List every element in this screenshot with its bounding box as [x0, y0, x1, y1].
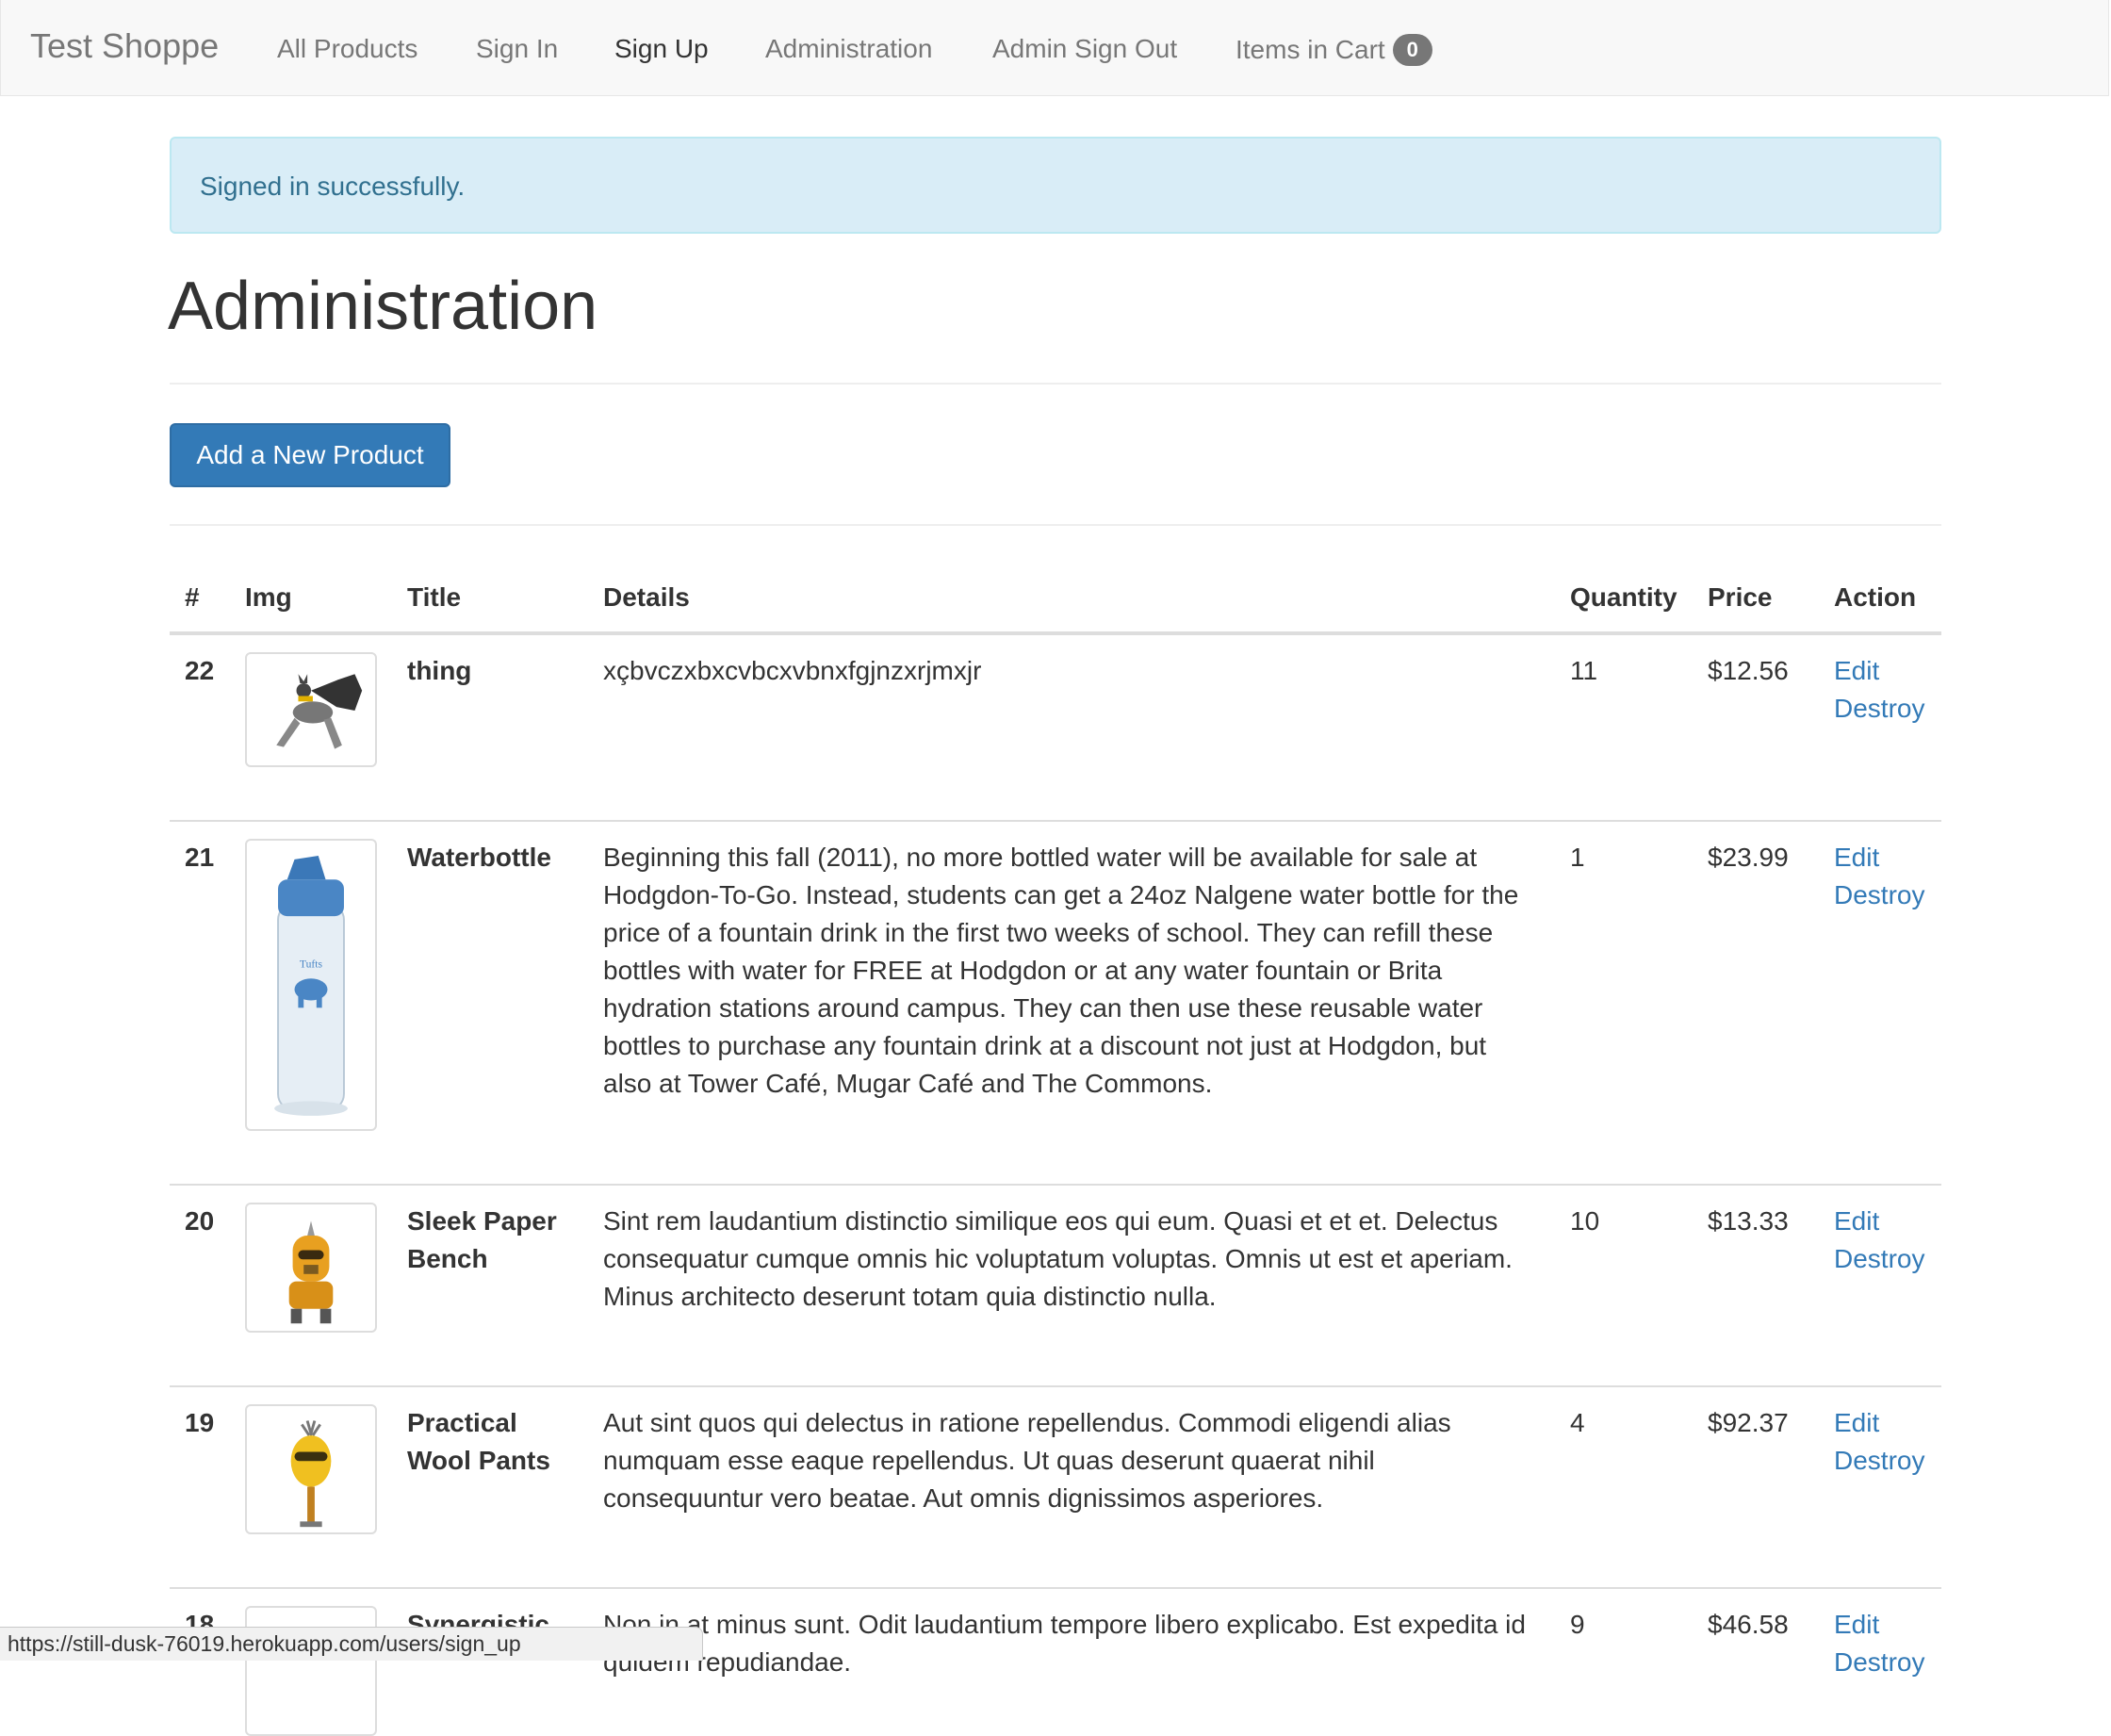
row-quantity: 4 — [1570, 1408, 1585, 1437]
row-details: Sint rem laudantium distinctio similique… — [603, 1206, 1513, 1311]
row-details: Non in at minus sunt. Odit laudantium te… — [603, 1610, 1526, 1677]
destroy-link[interactable]: Destroy — [1834, 876, 1924, 914]
navbar: Test Shoppe All Products Sign In Sign Up… — [0, 0, 2109, 96]
divider — [170, 524, 1941, 526]
row-title: Waterbottle — [407, 843, 551, 872]
batman-griffin-icon — [245, 652, 377, 767]
row-id: 19 — [185, 1408, 215, 1437]
col-header-details: Details — [603, 582, 690, 612]
orange-robot-icon — [245, 1203, 377, 1333]
destroy-link[interactable]: Destroy — [1834, 1240, 1924, 1278]
row-details: Beginning this fall (2011), no more bott… — [603, 843, 1519, 1098]
brand-link[interactable]: Test Shoppe — [30, 26, 219, 66]
edit-link[interactable]: Edit — [1834, 1404, 1924, 1442]
row-details: Aut sint quos qui delectus in ratione re… — [603, 1408, 1451, 1513]
browser-status-url: https://still-dusk-76019.herokuapp.com/u… — [0, 1627, 703, 1661]
cart-count-badge: 0 — [1392, 34, 1432, 66]
row-price: $46.58 — [1708, 1610, 1789, 1639]
nav-admin-sign-out[interactable]: Admin Sign Out — [992, 34, 1177, 64]
robot-icon — [245, 1606, 377, 1736]
col-header-quantity: Quantity — [1570, 582, 1677, 612]
row-actions: Edit Destroy — [1834, 839, 1924, 914]
row-price: $92.37 — [1708, 1408, 1789, 1437]
col-header-price: Price — [1708, 582, 1773, 612]
row-title: Practical Wool Pants — [407, 1408, 550, 1475]
nav-administration[interactable]: Administration — [765, 34, 932, 64]
row-quantity: 10 — [1570, 1206, 1600, 1236]
row-details: xçbvczxbxcvbcxvbnxfgjnzxrjmxjr — [603, 656, 982, 685]
success-alert: Signed in successfully. — [170, 137, 1941, 234]
yellow-robot-icon — [245, 1404, 377, 1534]
row-title: Sleek Paper Bench — [407, 1206, 557, 1273]
row-price: $13.33 — [1708, 1206, 1789, 1236]
row-id: 22 — [185, 656, 215, 685]
page-title: Administration — [168, 269, 598, 344]
destroy-link[interactable]: Destroy — [1834, 1644, 1924, 1681]
divider — [170, 383, 1941, 385]
alert-message: Signed in successfully. — [200, 172, 466, 201]
col-header-action: Action — [1834, 582, 1917, 612]
row-price: $12.56 — [1708, 656, 1789, 685]
row-actions: Edit Destroy — [1834, 1203, 1924, 1278]
table-header-rule — [170, 631, 1941, 635]
edit-link[interactable]: Edit — [1834, 1606, 1924, 1644]
row-quantity: 9 — [1570, 1610, 1585, 1639]
cart-label: Items in Cart — [1236, 35, 1385, 64]
row-price: $23.99 — [1708, 843, 1789, 872]
row-divider — [170, 820, 1941, 822]
row-id: 21 — [185, 843, 215, 872]
edit-link[interactable]: Edit — [1834, 1203, 1924, 1240]
tufts-waterbottle-icon: Tufts — [245, 839, 377, 1131]
row-actions: Edit Destroy — [1834, 1404, 1924, 1480]
nav-sign-in[interactable]: Sign In — [476, 34, 558, 64]
add-product-button[interactable]: Add a New Product — [170, 423, 450, 487]
col-header-num: # — [185, 582, 200, 612]
nav-cart[interactable]: Items in Cart 0 — [1236, 34, 1432, 66]
destroy-link[interactable]: Destroy — [1834, 1442, 1924, 1480]
col-header-img: Img — [245, 582, 292, 612]
row-actions: Edit Destroy — [1834, 1606, 1924, 1681]
edit-link[interactable]: Edit — [1834, 839, 1924, 876]
row-title: thing — [407, 656, 472, 685]
row-divider — [170, 1385, 1941, 1387]
col-header-title: Title — [407, 582, 462, 612]
row-divider — [170, 1587, 1941, 1589]
row-quantity: 11 — [1570, 656, 1598, 685]
row-quantity: 1 — [1570, 843, 1585, 872]
nav-all-products[interactable]: All Products — [277, 34, 417, 64]
svg-text:Tufts: Tufts — [300, 958, 323, 971]
nav-sign-up[interactable]: Sign Up — [614, 34, 709, 64]
row-divider — [170, 1184, 1941, 1186]
row-id: 20 — [185, 1206, 215, 1236]
destroy-link[interactable]: Destroy — [1834, 690, 1924, 728]
row-actions: Edit Destroy — [1834, 652, 1924, 728]
edit-link[interactable]: Edit — [1834, 652, 1924, 690]
